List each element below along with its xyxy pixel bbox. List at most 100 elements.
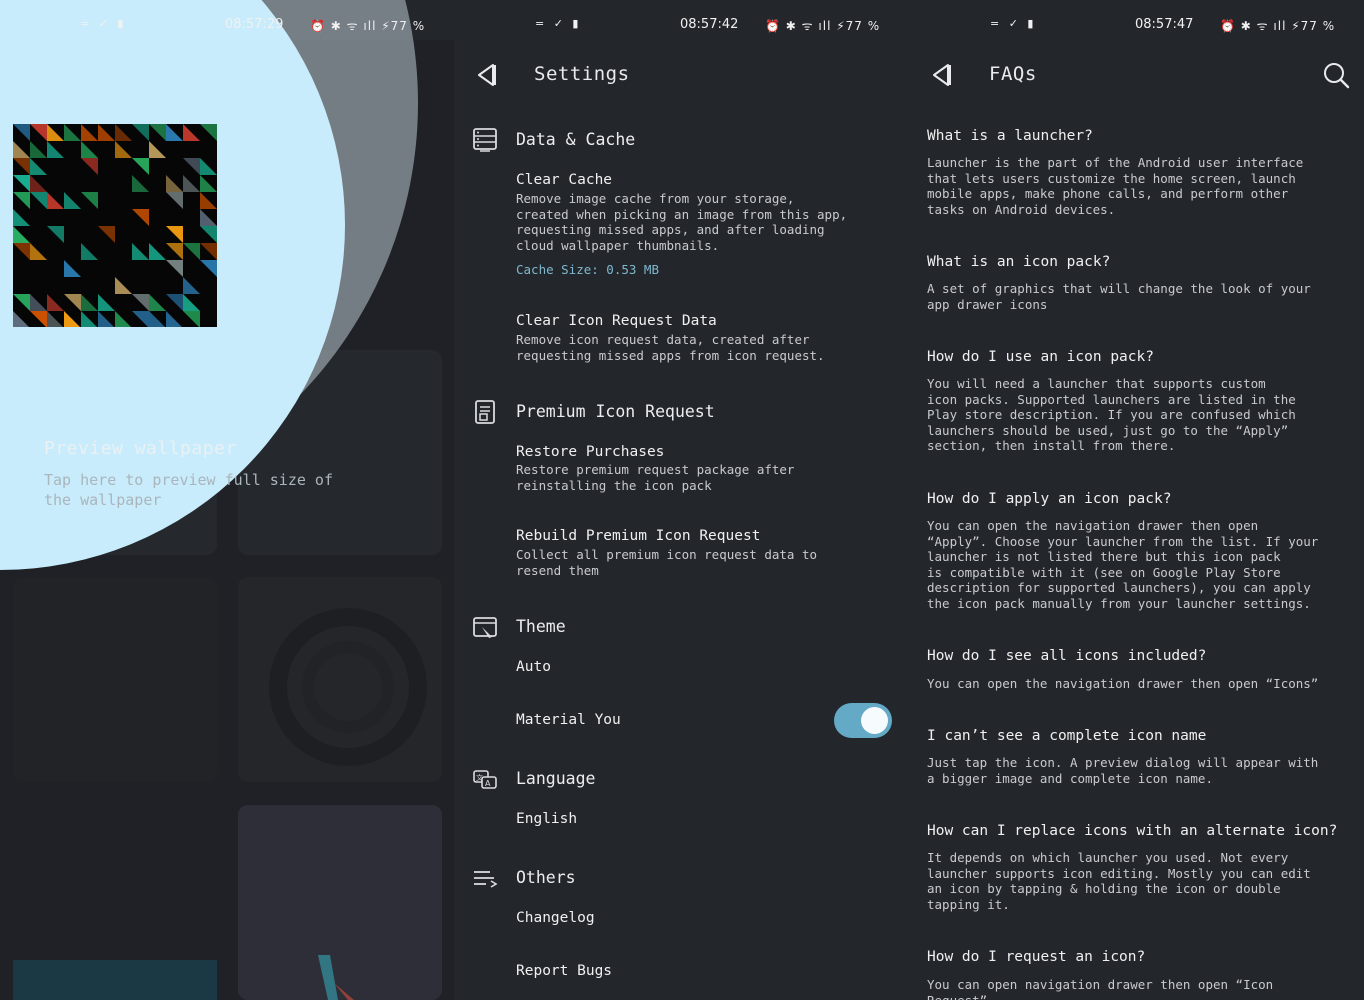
system-status-icons: ⏰ ✱ ᯤ ıll ⚡77 % [1220, 19, 1336, 33]
pattern-triangle [81, 243, 98, 260]
restore-purchases-description: Restore premium request package after re… [516, 462, 795, 493]
pattern-triangle [47, 124, 64, 141]
faq-question[interactable]: How do I apply an icon pack? [927, 491, 1357, 507]
notification-icons: = ✓ ▮ [80, 17, 127, 30]
pattern-triangle [81, 192, 98, 209]
pattern-triangle [183, 294, 200, 311]
pattern-triangle [183, 277, 200, 294]
others-list-icon [474, 871, 498, 888]
back-arrow-icon[interactable] [930, 63, 952, 87]
pattern-triangle [64, 260, 81, 277]
theme-value[interactable]: Auto [516, 659, 551, 675]
pattern-triangle [13, 226, 30, 243]
page-title: FAQs [989, 63, 1037, 85]
faq-answer: It depends on which launcher you used. N… [927, 850, 1311, 912]
section-others: Others [516, 868, 576, 887]
wallpaper-thumbnail[interactable] [13, 124, 217, 327]
rebuild-premium-title[interactable]: Rebuild Premium Icon Request [516, 528, 760, 544]
pattern-triangle [47, 141, 64, 158]
pattern-triangle [115, 124, 132, 141]
pattern-triangle [64, 124, 81, 141]
pattern-triangle [166, 175, 183, 192]
pattern-triangle [200, 124, 217, 141]
pattern-triangle [30, 124, 47, 141]
pattern-triangle [183, 124, 200, 141]
language-value[interactable]: English [516, 811, 577, 827]
pattern-triangle [47, 226, 64, 243]
pattern-triangle [149, 294, 166, 311]
pattern-triangle [81, 158, 98, 175]
pattern-triangle [115, 141, 132, 158]
search-icon[interactable] [1322, 61, 1350, 89]
pattern-triangle [30, 311, 47, 327]
faqs-screen: = ✓ ▮ 08:57:47 ⏰ ✱ ᯤ ıll ⚡77 % FAQs What… [910, 0, 1364, 1000]
system-status-icons: ⏰ ✱ ᯤ ıll ⚡77 % [765, 19, 881, 33]
pattern-triangle [81, 124, 98, 141]
pattern-triangle [149, 141, 166, 158]
report-bugs-item[interactable]: Report Bugs [516, 963, 612, 979]
section-theme: Theme [516, 617, 566, 636]
system-status-icons: ⏰ ✱ ᯤ ıll ⚡77 % [310, 19, 426, 33]
pattern-triangle [132, 158, 149, 175]
notification-icons: = ✓ ▮ [990, 17, 1037, 30]
clear-cache-title[interactable]: Clear Cache [516, 172, 612, 188]
pattern-triangle [30, 294, 47, 311]
faq-question[interactable]: How do I see all icons included? [927, 648, 1357, 664]
pattern-triangle [13, 124, 30, 141]
changelog-item[interactable]: Changelog [516, 910, 595, 926]
pattern-triangle [13, 311, 29, 327]
pattern-triangle [132, 175, 149, 192]
faq-question[interactable]: How do I use an icon pack? [927, 349, 1357, 365]
pattern-triangle [166, 260, 183, 277]
pattern-triangle [149, 311, 165, 327]
pattern-triangle [30, 192, 47, 209]
status-bar: = ✓ ▮ 08:57:47 ⏰ ✱ ᯤ ıll ⚡77 % [910, 0, 1364, 48]
pattern-triangle [13, 243, 30, 260]
material-you-toggle[interactable] [834, 703, 892, 738]
database-icon [473, 128, 497, 152]
pattern-triangle [30, 141, 47, 158]
pattern-triangle [200, 209, 217, 226]
pattern-triangle [200, 158, 217, 175]
pattern-triangle [13, 158, 30, 175]
status-time: 08:57:42 [680, 17, 739, 32]
section-premium-icon-request: Premium Icon Request [516, 402, 715, 421]
pattern-triangle [64, 192, 81, 209]
pattern-triangle [30, 158, 47, 175]
preview-wallpaper-subtitle: Tap here to preview full size of the wal… [44, 471, 333, 509]
faq-answer: You will need a launcher that supports c… [927, 376, 1296, 454]
pattern-triangle [132, 124, 149, 141]
svg-text:A: A [485, 779, 491, 788]
material-you-label: Material You [516, 712, 621, 728]
faq-answer: You can open navigation drawer then open… [927, 977, 1274, 1000]
faq-question[interactable]: How do I request an icon? [927, 949, 1357, 965]
svg-text:文: 文 [476, 773, 483, 782]
pattern-triangle [166, 243, 183, 260]
restore-purchases-title[interactable]: Restore Purchases [516, 444, 664, 460]
pattern-triangle [13, 141, 30, 158]
faq-question[interactable]: What is an icon pack? [927, 254, 1357, 270]
settings-screen: = ✓ ▮ 08:57:42 ⏰ ✱ ᯤ ıll ⚡77 % Settings … [455, 0, 909, 1000]
faq-answer: You can open the navigation drawer then … [927, 676, 1319, 691]
pattern-triangle [81, 311, 97, 327]
theme-icon [473, 617, 497, 638]
clear-icon-request-title[interactable]: Clear Icon Request Data [516, 313, 717, 329]
pattern-triangle [81, 141, 98, 158]
pattern-triangle [47, 192, 64, 209]
pattern-triangle [166, 192, 183, 209]
language-icon: A 文 [473, 770, 497, 789]
pattern-triangle [13, 175, 30, 192]
status-bar: = ✓ ▮ 08:57:29 ⏰ ✱ ᯤ ıll ⚡77 % [0, 0, 454, 48]
back-arrow-icon[interactable] [475, 63, 497, 87]
pattern-triangle [200, 226, 217, 243]
pattern-triangle [183, 311, 200, 327]
faq-question[interactable]: I can’t see a complete icon name [927, 728, 1357, 744]
pattern-triangle [200, 260, 217, 277]
faq-answer: Just tap the icon. A preview dialog will… [927, 755, 1319, 786]
preview-wallpaper-title[interactable]: Preview wallpaper [44, 438, 237, 459]
faq-question[interactable]: What is a launcher? [927, 128, 1357, 144]
toggle-knob [861, 707, 888, 734]
pattern-triangle [149, 243, 166, 260]
faq-question[interactable]: How can I replace icons with an alternat… [927, 823, 1357, 839]
premium-request-icon [475, 400, 495, 424]
